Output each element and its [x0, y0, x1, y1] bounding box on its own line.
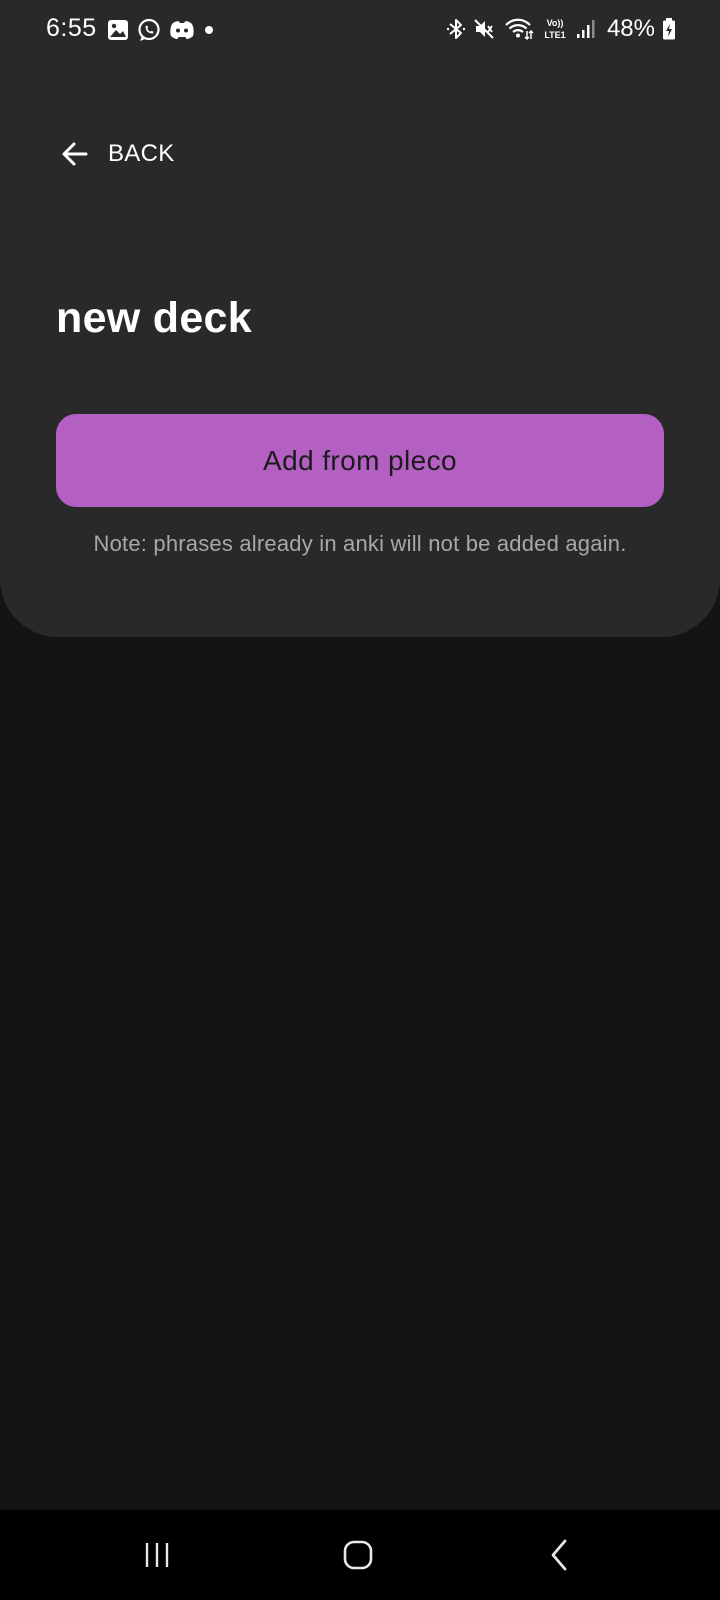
status-notification-icons	[107, 17, 215, 43]
nav-back-icon	[548, 1538, 570, 1572]
status-system-icons: Vo)) LTE1 48%	[446, 15, 676, 43]
recents-button[interactable]	[127, 1532, 187, 1578]
mute-icon	[473, 17, 497, 41]
gallery-icon	[107, 19, 129, 41]
note-text: Note: phrases already in anki will not b…	[93, 531, 627, 556]
signal-icon	[576, 18, 596, 40]
system-nav-bar	[0, 1510, 720, 1600]
recents-icon	[142, 1541, 172, 1569]
status-time: 6:55	[46, 14, 97, 42]
battery-charging-icon	[662, 17, 676, 41]
add-from-pleco-button[interactable]: Add from pleco	[56, 414, 664, 507]
status-bar: 6:55 Vo)) LTE1 48%	[0, 0, 720, 58]
bluetooth-icon	[446, 17, 466, 41]
volte-lte-icon: Vo)) LTE1	[541, 16, 569, 42]
back-button[interactable]: BACK	[60, 132, 175, 176]
volte-top-label: Vo))	[547, 18, 564, 28]
home-button[interactable]	[328, 1532, 388, 1578]
arrow-left-icon	[60, 139, 90, 169]
nav-back-button[interactable]	[529, 1532, 589, 1578]
notification-dot-icon	[203, 24, 215, 36]
app-screen: 6:55 Vo)) LTE1 48% BACK new deck Add fro…	[0, 0, 720, 1600]
home-icon	[342, 1539, 374, 1571]
volte-bottom-label: LTE1	[544, 30, 565, 40]
battery-percent: 48%	[606, 15, 655, 42]
discord-icon	[169, 19, 195, 41]
back-label: BACK	[108, 140, 175, 167]
wifi-icon	[504, 17, 534, 41]
whatsapp-icon	[137, 18, 161, 42]
page-title: new deck	[56, 294, 252, 342]
